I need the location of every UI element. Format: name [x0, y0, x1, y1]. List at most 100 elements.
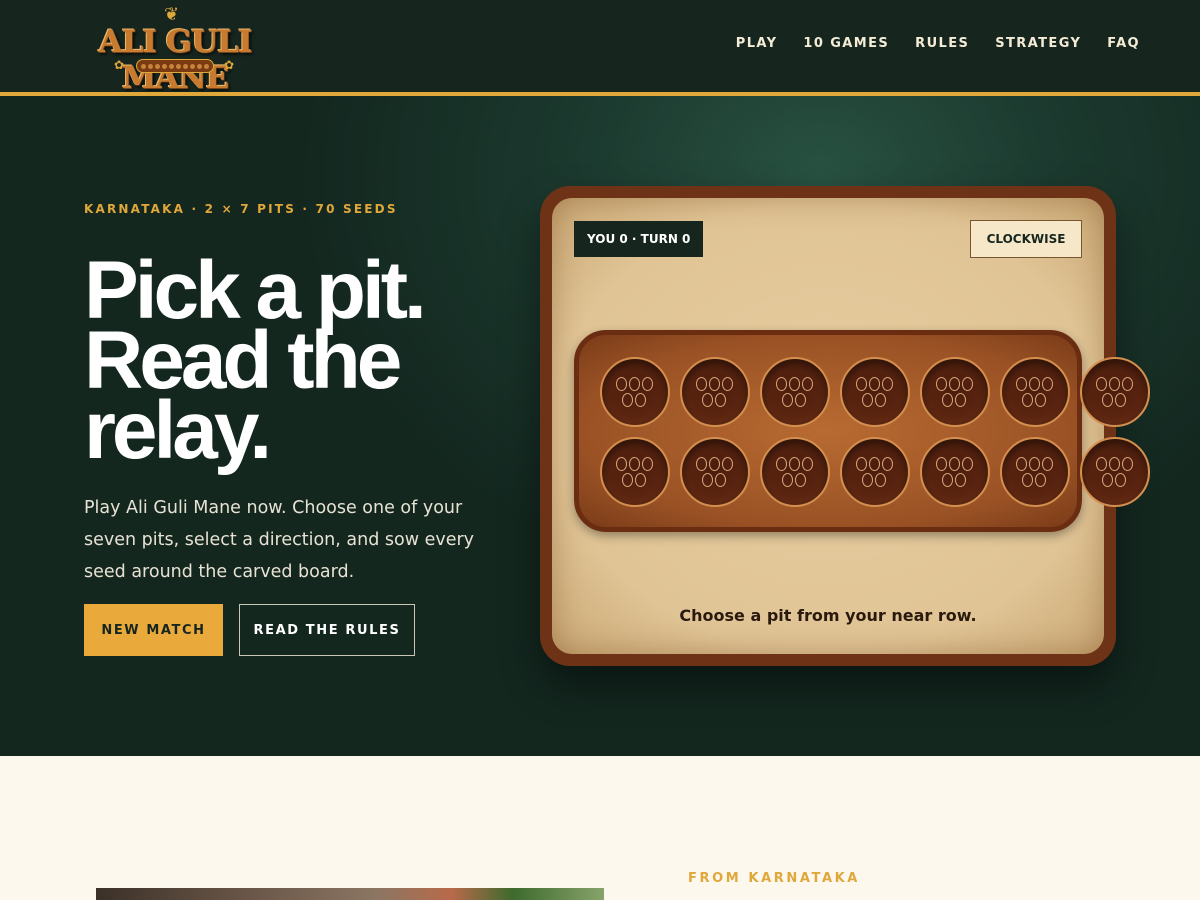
seed — [955, 393, 966, 407]
seed — [942, 393, 953, 407]
seed — [722, 377, 733, 391]
seed-group — [1002, 359, 1068, 425]
seed — [1042, 457, 1053, 471]
read-rules-button[interactable]: READ THE RULES — [239, 604, 415, 656]
seed — [1096, 377, 1107, 391]
nav-strategy[interactable]: STRATEGY — [995, 36, 1081, 51]
seed — [1122, 457, 1133, 471]
seed — [642, 377, 653, 391]
nav-10-games[interactable]: 10 GAMES — [803, 36, 889, 51]
seed-group — [1082, 359, 1148, 425]
seed — [795, 393, 806, 407]
nav-faq[interactable]: FAQ — [1107, 36, 1140, 51]
seed — [875, 393, 886, 407]
seed — [1029, 457, 1040, 471]
seed — [622, 473, 633, 487]
seed — [936, 377, 947, 391]
seed — [702, 393, 713, 407]
seed — [1035, 473, 1046, 487]
logo[interactable]: ❦ ALI GULI MANE ✿ ✿ — [66, 4, 284, 96]
seed — [1115, 473, 1126, 487]
nav-rules[interactable]: RULES — [915, 36, 969, 51]
seed-group — [682, 359, 748, 425]
seed — [856, 457, 867, 471]
far-row-pit — [920, 357, 990, 427]
logo-ornament-icon: ❦ — [164, 4, 180, 25]
seed — [882, 457, 893, 471]
seed — [1115, 393, 1126, 407]
far-row-pit — [760, 357, 830, 427]
direction-toggle-button[interactable]: CLOCKWISE — [970, 220, 1082, 258]
karnataka-photo — [96, 888, 604, 900]
seed — [1022, 473, 1033, 487]
near-row-pit[interactable] — [1000, 437, 1070, 507]
hero-section: KARNATAKA · 2 × 7 PITS · 70 SEEDS Pick a… — [0, 96, 1200, 756]
seed-group — [602, 359, 668, 425]
seed — [702, 473, 713, 487]
seed — [709, 377, 720, 391]
logo-flower-icon: ✿ — [224, 58, 235, 72]
seed — [776, 377, 787, 391]
seed — [629, 457, 640, 471]
near-row-pit[interactable] — [680, 437, 750, 507]
seed-group — [842, 439, 908, 505]
seed-group — [1082, 439, 1148, 505]
near-row-pit[interactable] — [760, 437, 830, 507]
main-nav: PLAY 10 GAMES RULES STRATEGY FAQ — [710, 36, 1140, 51]
seed — [949, 457, 960, 471]
far-row-pit — [1080, 357, 1150, 427]
seed — [1102, 393, 1113, 407]
near-row-pit[interactable] — [1080, 437, 1150, 507]
seed — [869, 457, 880, 471]
seed — [869, 377, 880, 391]
seed — [1109, 377, 1120, 391]
far-row-pit — [840, 357, 910, 427]
game-status: Choose a pit from your near row. — [679, 606, 977, 625]
seed — [1016, 457, 1027, 471]
hero-headline: Pick a pit. Read the relay. — [84, 250, 524, 476]
seed — [1022, 393, 1033, 407]
seed — [955, 473, 966, 487]
near-row-pit[interactable] — [840, 437, 910, 507]
hero-description: Play Ali Guli Mane now. Choose one of yo… — [84, 498, 475, 582]
seed — [936, 457, 947, 471]
seed — [1102, 473, 1113, 487]
nav-play[interactable]: PLAY — [736, 36, 778, 51]
seed-group — [762, 439, 828, 505]
seed — [802, 457, 813, 471]
seed — [696, 457, 707, 471]
seed — [789, 457, 800, 471]
seed — [722, 457, 733, 471]
seed — [696, 377, 707, 391]
seed — [1122, 377, 1133, 391]
site-header: ❦ ALI GULI MANE ✿ ✿ PLAY 10 GAMES RULES … — [0, 0, 1200, 96]
hero-eyebrow: KARNATAKA · 2 × 7 PITS · 70 SEEDS — [84, 202, 398, 216]
seed — [635, 393, 646, 407]
seed — [635, 473, 646, 487]
seed — [642, 457, 653, 471]
seed — [782, 393, 793, 407]
seed — [875, 473, 886, 487]
seed — [1029, 377, 1040, 391]
board-surface: YOU 0 · TURN 0 CLOCKWISE Choose a pit fr… — [552, 198, 1150, 654]
seed-group — [842, 359, 908, 425]
seed — [942, 473, 953, 487]
seed — [616, 377, 627, 391]
seed-group — [682, 439, 748, 505]
seed — [856, 377, 867, 391]
seed — [862, 473, 873, 487]
seed — [802, 377, 813, 391]
new-match-button[interactable]: NEW MATCH — [84, 604, 223, 656]
seed — [782, 473, 793, 487]
seed — [709, 457, 720, 471]
seed — [616, 457, 627, 471]
far-row-pit — [600, 357, 670, 427]
seed — [795, 473, 806, 487]
pit-tray — [574, 330, 1150, 532]
near-row-pit[interactable] — [600, 437, 670, 507]
seed-group — [922, 439, 988, 505]
headline-line: relay. — [84, 385, 272, 476]
seed — [1042, 377, 1053, 391]
seed — [1096, 457, 1107, 471]
near-row-pit[interactable] — [920, 437, 990, 507]
